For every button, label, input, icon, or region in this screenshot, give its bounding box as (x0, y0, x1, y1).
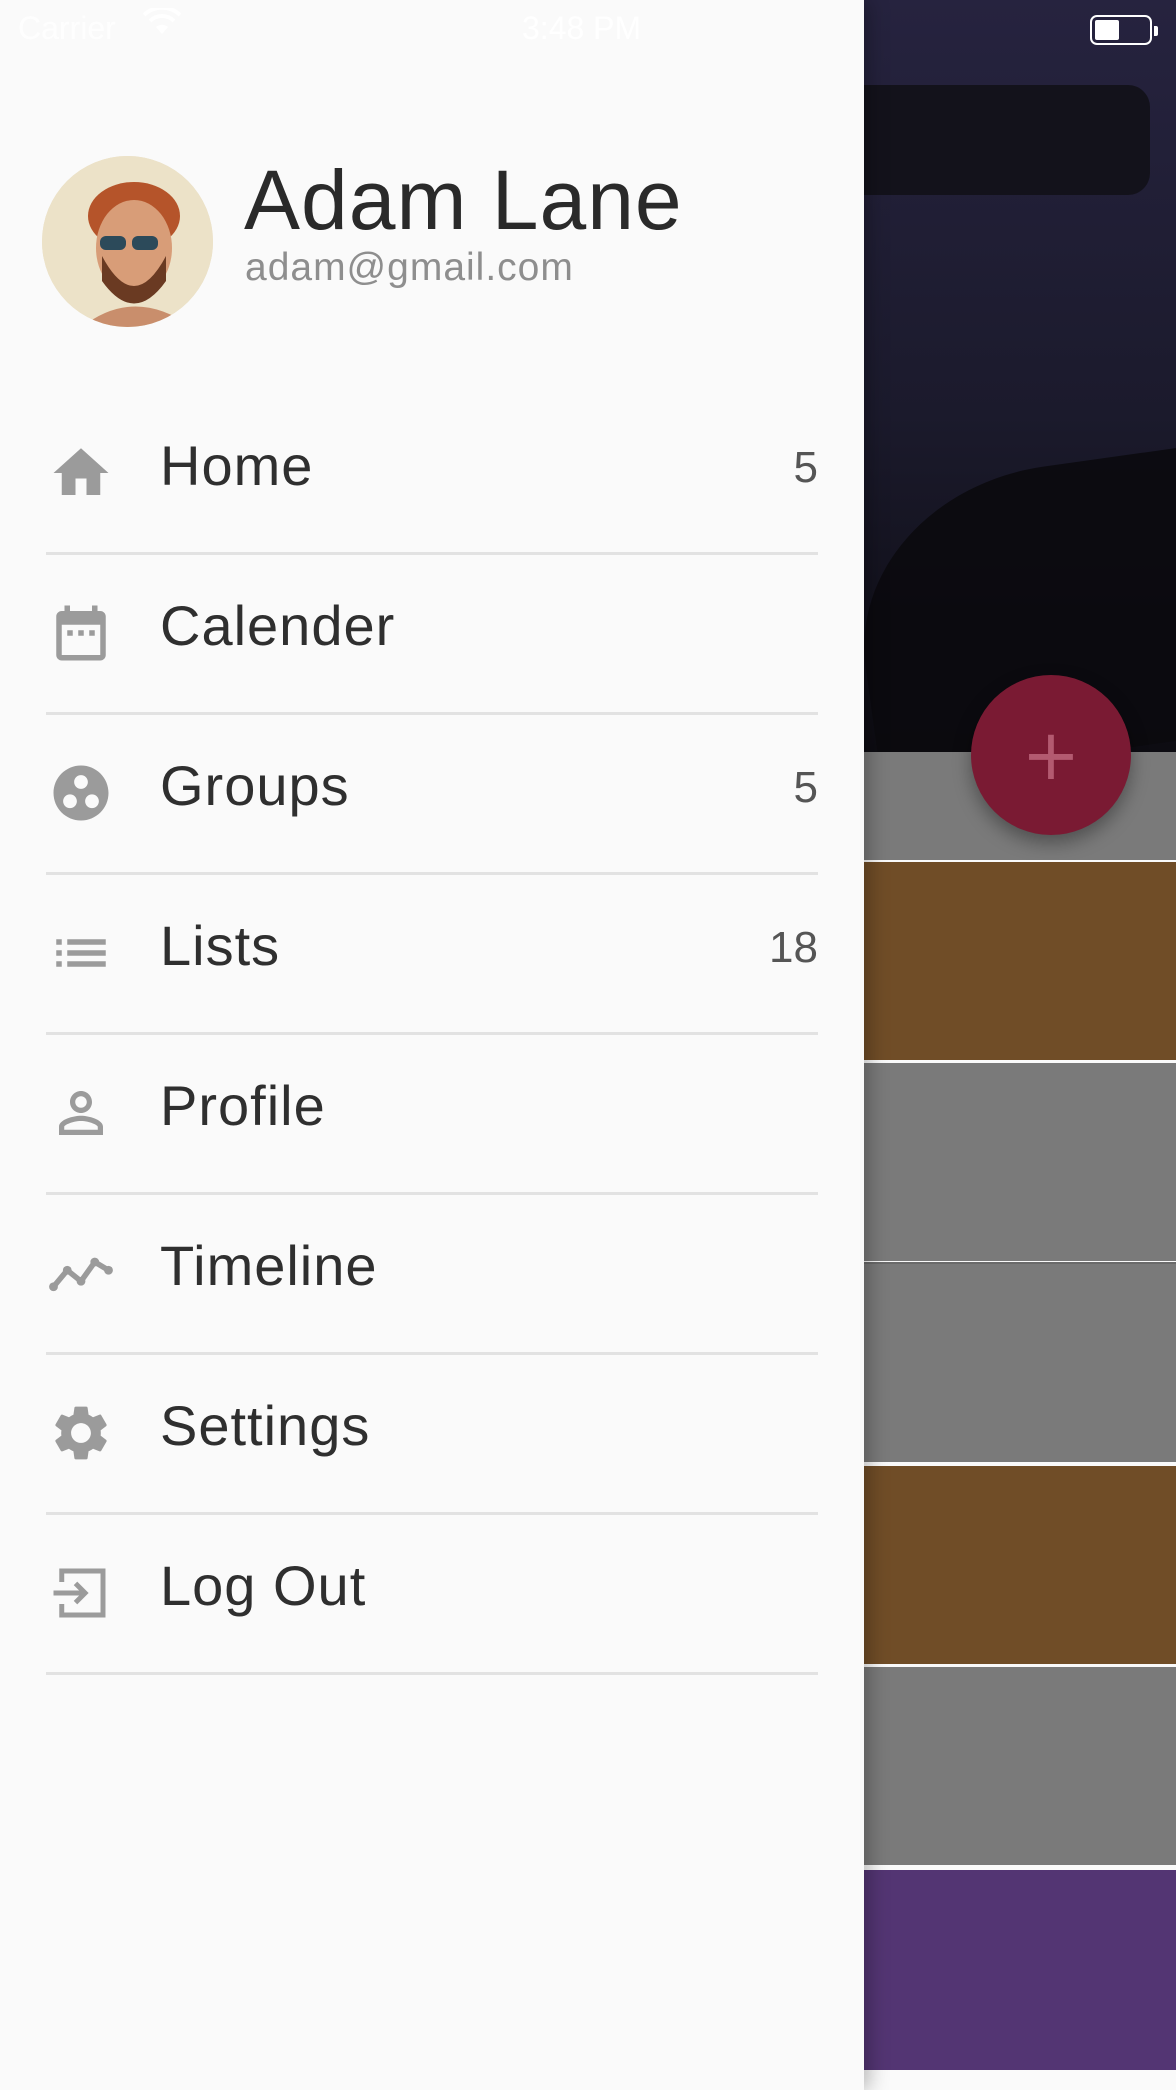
menu-item-settings[interactable]: Settings (0, 1355, 864, 1515)
wifi-icon (142, 5, 182, 46)
menu-item-label: Timeline (160, 1234, 378, 1297)
navigation-drawer: Adam Lane adam@gmail.com Home 5 Calender (0, 0, 864, 2090)
carrier-label: Carrier (18, 10, 116, 46)
menu-item-groups[interactable]: Groups 5 (0, 715, 864, 875)
menu-item-logout[interactable]: Log Out (0, 1515, 864, 1675)
user-name: Adam Lane (244, 153, 683, 247)
clock: 3:48 PM (522, 10, 642, 46)
menu-item-timeline[interactable]: Timeline (0, 1195, 864, 1355)
divider (46, 1672, 818, 1675)
menu-item-calender[interactable]: Calender (0, 555, 864, 715)
person-icon (48, 1080, 114, 1146)
timeline-icon (48, 1240, 114, 1306)
count-badge: 18 (769, 923, 818, 972)
drawer-menu: Home 5 Calender Groups 5 Lists 18 Profil… (0, 395, 864, 1675)
menu-item-home[interactable]: Home 5 (0, 395, 864, 555)
count-badge: 5 (793, 763, 818, 812)
menu-item-label: Settings (160, 1394, 371, 1457)
menu-item-label: Profile (160, 1074, 326, 1137)
home-icon (48, 440, 114, 506)
menu-item-label: Log Out (160, 1554, 367, 1617)
menu-item-label: Lists (160, 914, 281, 977)
menu-item-label: Groups (160, 754, 350, 817)
add-button[interactable]: + (971, 675, 1131, 835)
groups-icon (48, 760, 114, 826)
menu-item-label: Calender (160, 594, 396, 657)
menu-item-profile[interactable]: Profile (0, 1035, 864, 1195)
list-icon (48, 920, 114, 986)
calendar-icon (48, 600, 114, 666)
gear-icon (48, 1400, 114, 1466)
status-bar: Carrier 3:48 PM (0, 0, 1176, 60)
avatar[interactable] (42, 156, 213, 327)
logout-icon (48, 1560, 114, 1626)
user-email: adam@gmail.com (245, 246, 574, 289)
menu-item-lists[interactable]: Lists 18 (0, 875, 864, 1035)
battery-icon (1090, 15, 1158, 45)
menu-item-label: Home (160, 434, 314, 497)
count-badge: 5 (793, 443, 818, 492)
